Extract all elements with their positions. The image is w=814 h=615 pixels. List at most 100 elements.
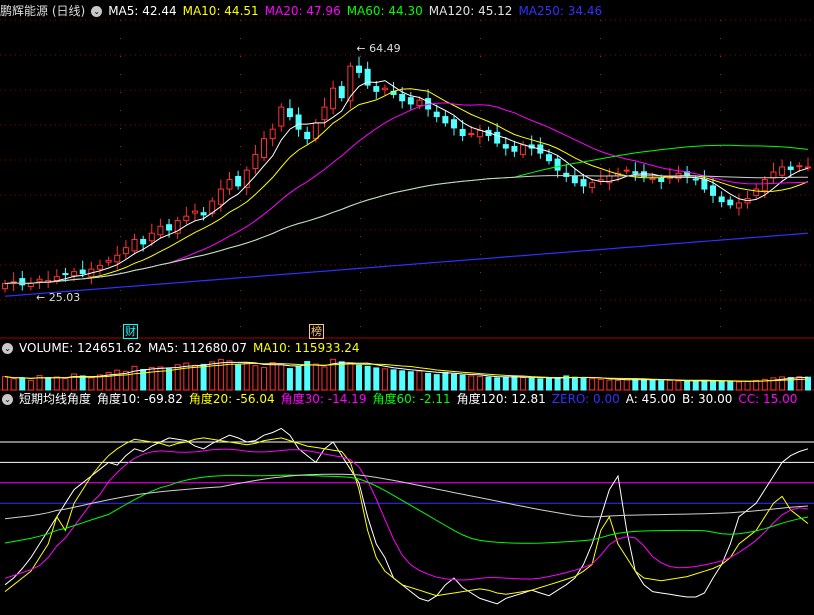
grid-dot <box>600 128 601 129</box>
grid-dot <box>600 56 601 57</box>
volume-bar <box>286 368 293 391</box>
candle-body <box>312 122 319 140</box>
grid-dot <box>600 146 601 147</box>
candle-body <box>632 171 639 174</box>
volume-bar <box>114 369 121 391</box>
grid-dot <box>480 146 481 147</box>
grid-dot <box>360 218 361 219</box>
grid-dot <box>120 128 121 129</box>
grid-dot <box>480 20 481 21</box>
volume-bar <box>183 362 190 391</box>
grid-dot <box>600 290 601 291</box>
candle-body <box>96 264 103 270</box>
candle-body <box>710 185 717 196</box>
candle-body <box>140 239 147 245</box>
grid-dot <box>600 92 601 93</box>
candle-body <box>753 188 760 196</box>
grid-dot <box>120 164 121 165</box>
candle-body <box>796 165 803 168</box>
grid-dot <box>480 254 481 255</box>
volume-bar <box>269 361 276 391</box>
volume-bar <box>10 378 17 391</box>
volume-bar <box>45 377 52 391</box>
grid-dot <box>720 146 721 147</box>
grid-dot <box>720 38 721 39</box>
candle-body <box>476 129 483 138</box>
candle-body <box>235 175 242 187</box>
volume-bar <box>122 370 129 391</box>
volume-bar <box>399 370 406 391</box>
grid-dot <box>720 218 721 219</box>
candle-body <box>347 65 354 102</box>
grid-dot <box>600 74 601 75</box>
grid-dot <box>120 326 121 327</box>
volume-bar <box>502 376 509 391</box>
volume-bar <box>476 376 483 391</box>
volume-bar <box>433 374 440 391</box>
grid-dot <box>480 326 481 327</box>
volume-bar <box>174 364 181 391</box>
angle30-line <box>4 448 809 581</box>
volume-bar <box>19 377 26 391</box>
ma60-line <box>4 144 809 285</box>
candle-body <box>286 108 293 118</box>
candle-body <box>269 128 276 140</box>
volume-bar <box>459 374 466 391</box>
volume-bar <box>520 377 527 391</box>
grid-dot <box>240 254 241 255</box>
grid-dot <box>360 272 361 273</box>
grid-dot <box>120 200 121 201</box>
volume-bar <box>217 359 224 391</box>
candle-body <box>71 271 78 277</box>
candle-body <box>79 269 86 275</box>
event-tag-cai[interactable]: 财 <box>123 324 138 339</box>
volume-bar <box>131 365 138 391</box>
grid-dot <box>120 308 121 309</box>
grid-dot <box>720 164 721 165</box>
candle-body <box>226 179 233 190</box>
volume-bar <box>321 366 328 391</box>
grid-dot <box>480 92 481 93</box>
grid-dot <box>600 272 601 273</box>
grid-dot <box>240 308 241 309</box>
grid-dot <box>360 38 361 39</box>
volume-bar <box>692 380 699 391</box>
grid-dot <box>120 236 121 237</box>
grid-dot <box>360 20 361 21</box>
candle-body <box>735 202 742 209</box>
volume-bar <box>200 363 207 391</box>
candle-body <box>114 254 121 263</box>
volume-bar <box>148 367 155 391</box>
candle-body <box>554 158 561 171</box>
volume-bar <box>632 378 639 391</box>
candle-body <box>356 65 363 73</box>
grid-dot <box>600 110 601 111</box>
grid-dot <box>480 218 481 219</box>
grid-dot <box>360 164 361 165</box>
grid-dot <box>360 128 361 129</box>
grid-dot <box>480 110 481 111</box>
volume-bar <box>252 365 259 391</box>
event-tag-bang[interactable]: 榜 <box>309 324 324 339</box>
stock-chart[interactable]: ← 64.49 ← 25.03 <box>0 0 814 615</box>
grid-dot <box>480 272 481 273</box>
volume-bar <box>666 379 673 391</box>
grid-dot <box>720 110 721 111</box>
grid-dot <box>480 182 481 183</box>
candle-body <box>787 166 794 171</box>
grid-dot <box>720 326 721 327</box>
grid-dot <box>240 56 241 57</box>
grid-dot <box>600 20 601 21</box>
volume-bar <box>442 371 449 391</box>
candle-body <box>381 87 388 91</box>
grid-dot <box>720 92 721 93</box>
grid-dot <box>240 74 241 75</box>
candle-body <box>295 114 302 130</box>
candle-body <box>2 283 8 290</box>
grid-dot <box>600 218 601 219</box>
volume-bar <box>571 376 578 391</box>
grid-dot <box>120 272 121 273</box>
high-price-label: ← 64.49 <box>356 42 400 55</box>
volume-bar <box>390 369 397 391</box>
grid-dot <box>240 128 241 129</box>
